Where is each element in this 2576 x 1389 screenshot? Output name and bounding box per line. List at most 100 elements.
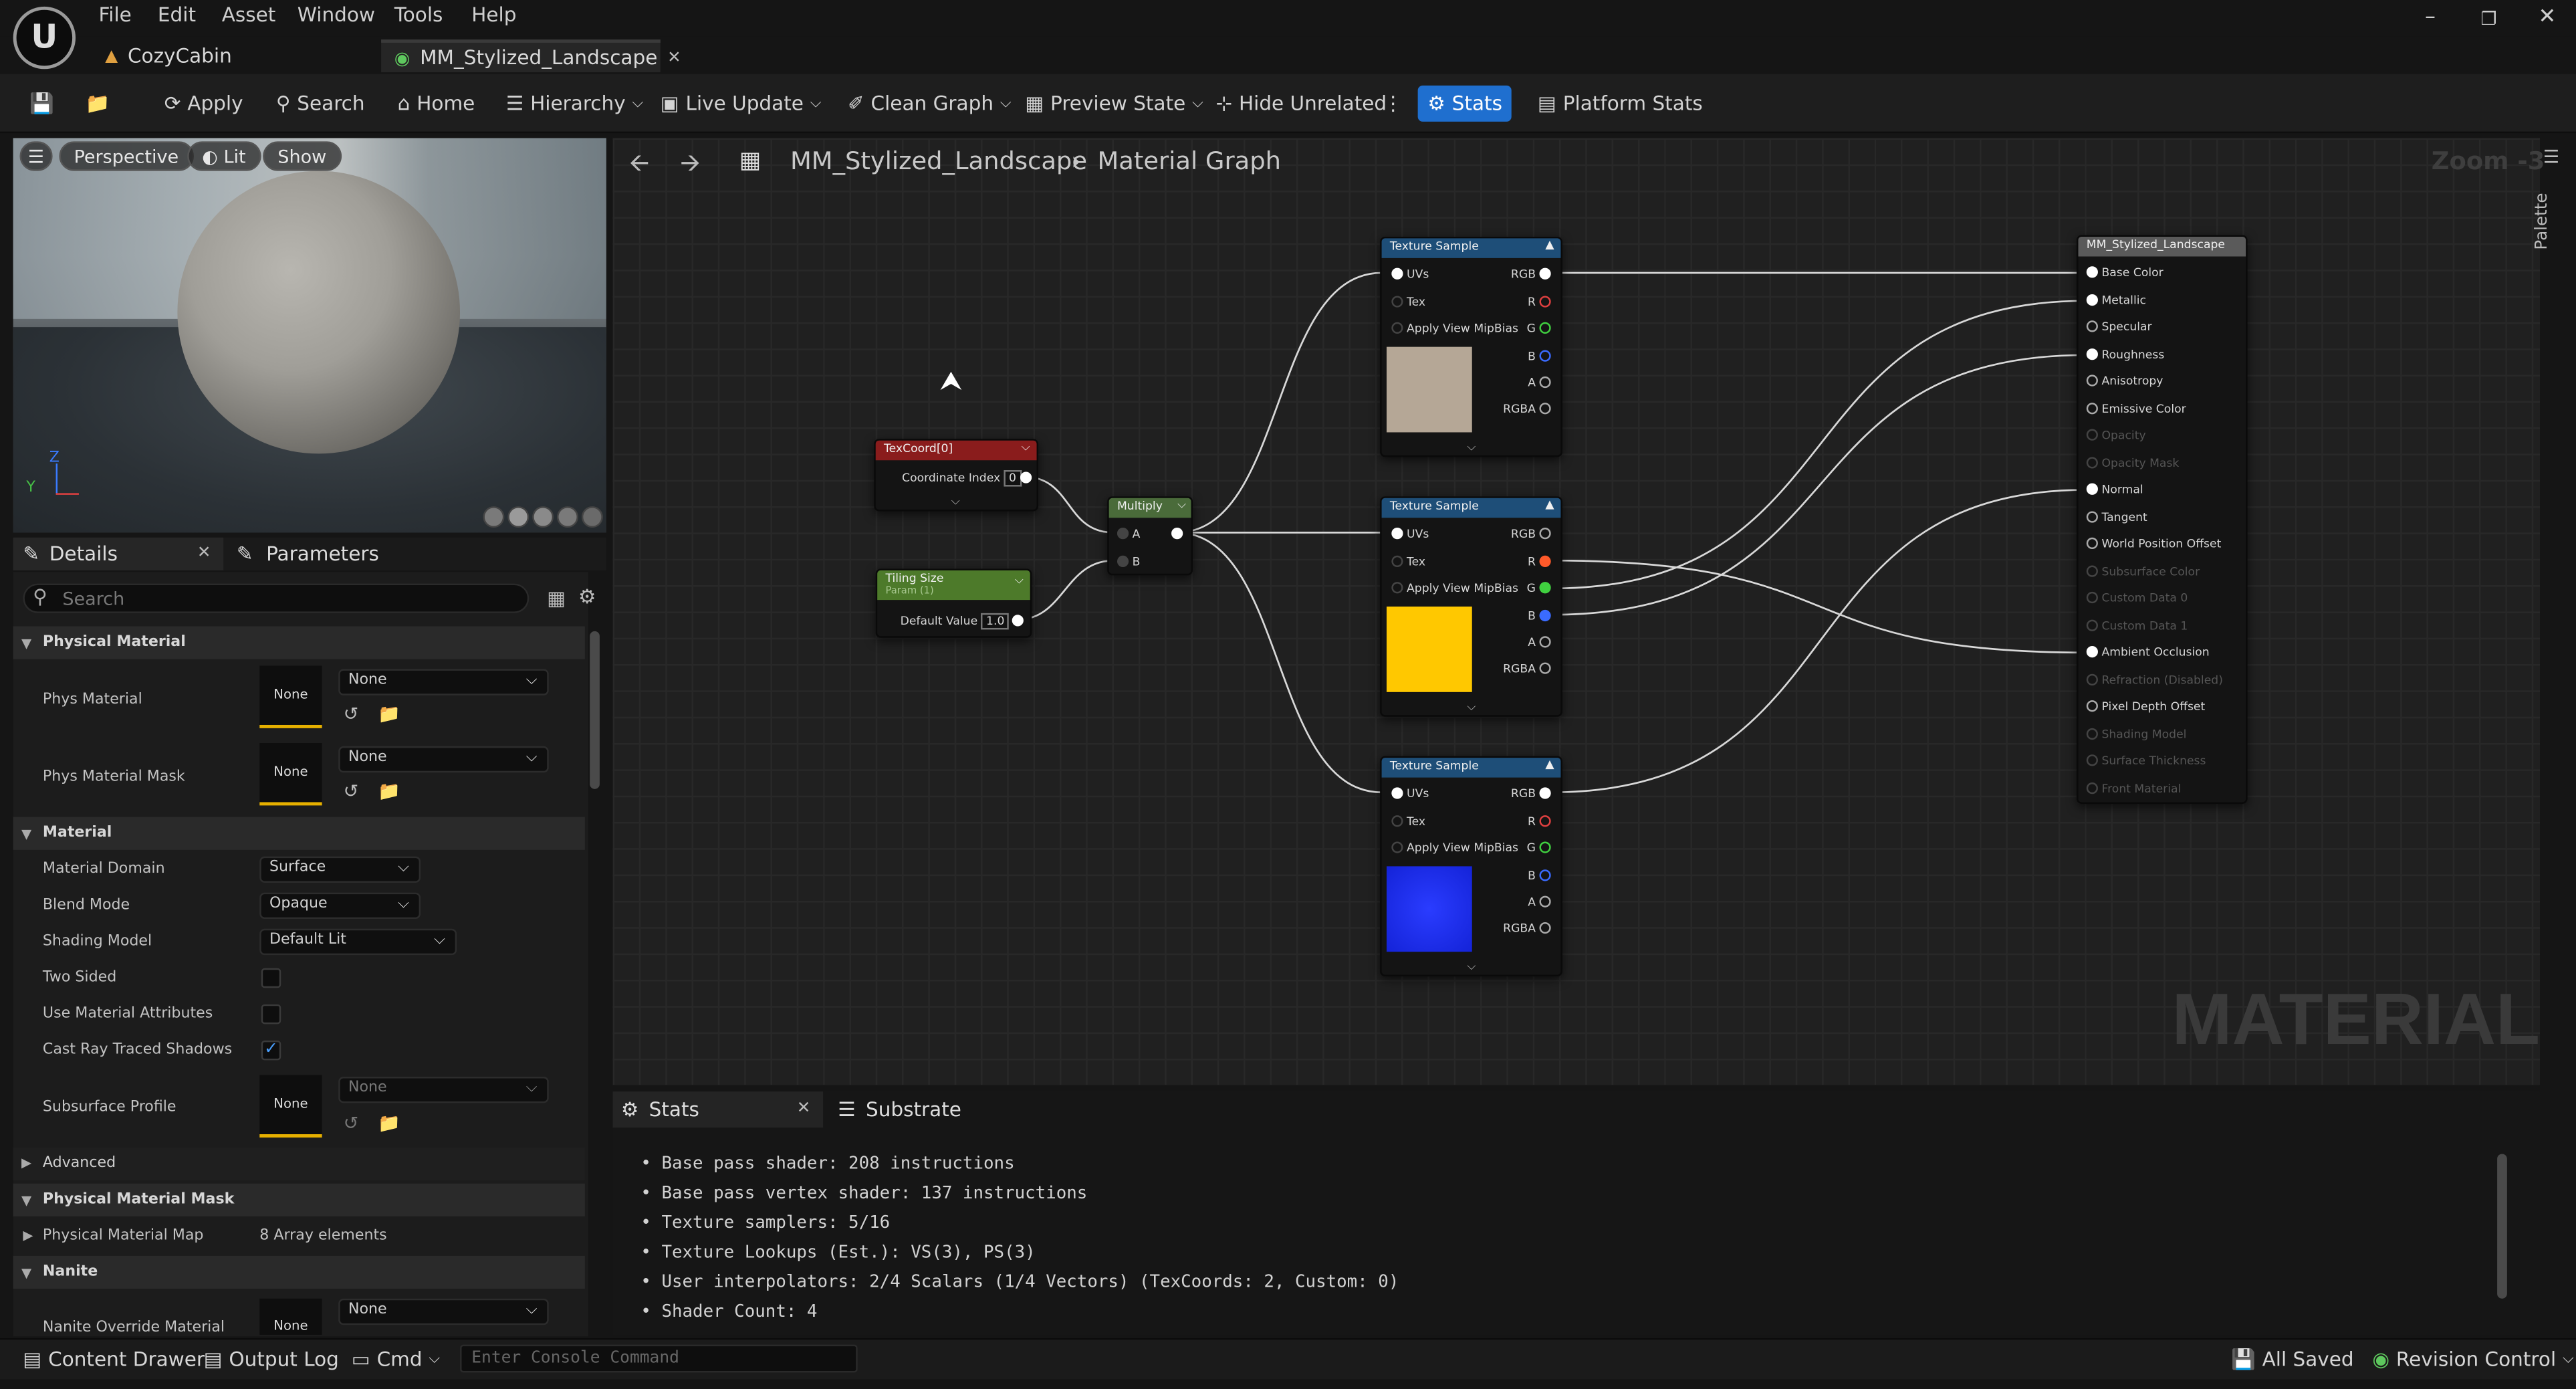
- texture-sample-node-1[interactable]: Texture Sample ▲ UVs Tex Apply View MipBi…: [1380, 236, 1562, 457]
- result-input-pin[interactable]: [2086, 347, 2098, 360]
- tab-details[interactable]: [13, 537, 224, 570]
- result-input-pin[interactable]: [2086, 401, 2098, 414]
- all-saved-button[interactable]: 💾 All Saved: [2231, 1348, 2354, 1371]
- clean-graph-button[interactable]: ✐ Clean Graph ⌵: [848, 90, 1012, 116]
- nanite-override-thumbnail[interactable]: None: [259, 1298, 322, 1335]
- viewport-menu-icon[interactable]: ☰: [19, 141, 53, 171]
- result-input-pin[interactable]: [2086, 700, 2098, 712]
- coordinate-index-field[interactable]: 0: [1004, 469, 1022, 487]
- texcoord-node[interactable]: TexCoord[0] ⌵ Coordinate Index 0 ⌵: [874, 439, 1039, 512]
- back-arrow-icon[interactable]: 🡨: [629, 146, 649, 187]
- stats-scrollbar[interactable]: [2497, 1154, 2507, 1299]
- menu-tools[interactable]: Tools: [394, 3, 443, 26]
- blend-mode-dropdown[interactable]: Opaque ⌵: [259, 892, 421, 920]
- rgb-pin[interactable]: [1539, 787, 1551, 799]
- tab-cozycabin[interactable]: ▲ CozyCabin: [92, 39, 372, 72]
- phys-material-dropdown[interactable]: None ⌵: [338, 669, 549, 696]
- plane-icon[interactable]: [532, 506, 554, 528]
- two-sided-checkbox[interactable]: [261, 968, 281, 988]
- r-pin[interactable]: [1539, 296, 1551, 308]
- texture-sample-node-2[interactable]: Texture Sample ▲ UVs Tex Apply View MipBi…: [1380, 496, 1562, 717]
- chevron-down-icon[interactable]: ⌵: [1022, 441, 1030, 455]
- result-input-pin[interactable]: [2086, 510, 2098, 522]
- close-stats-icon[interactable]: ✕: [797, 1099, 811, 1117]
- lit-button[interactable]: ◐ Lit: [187, 141, 261, 171]
- b-pin[interactable]: [1539, 350, 1551, 362]
- close-details-icon[interactable]: ✕: [197, 544, 211, 562]
- multiply-a-pin[interactable]: [1117, 528, 1129, 540]
- multiply-b-pin[interactable]: [1117, 555, 1129, 568]
- material-domain-dropdown[interactable]: Surface ⌵: [259, 856, 421, 883]
- console-command-input[interactable]: Enter Console Command: [460, 1344, 858, 1373]
- mipbias-pin[interactable]: [1391, 841, 1403, 853]
- rgba-pin[interactable]: [1539, 662, 1551, 674]
- save-icon[interactable]: 💾: [29, 90, 54, 116]
- use-selected-icon[interactable]: ↺: [344, 1113, 359, 1134]
- r-pin[interactable]: [1539, 555, 1551, 568]
- chevron-up-icon[interactable]: ▲: [1545, 238, 1554, 251]
- rgb-pin[interactable]: [1539, 528, 1551, 540]
- rgb-pin[interactable]: [1539, 268, 1551, 280]
- result-input-pin[interactable]: [2086, 320, 2098, 332]
- teapot-icon[interactable]: [581, 506, 603, 528]
- a-pin[interactable]: [1539, 636, 1551, 648]
- chevron-down-icon[interactable]: ⌵: [1015, 574, 1024, 589]
- section-physical-material[interactable]: ▼ Physical Material: [13, 626, 585, 659]
- result-input-pin[interactable]: [2086, 429, 2098, 441]
- texture-sample-node-3[interactable]: Texture Sample ▲ UVs Tex Apply View MipBi…: [1380, 756, 1562, 977]
- result-input-pin[interactable]: [2086, 375, 2098, 387]
- search-button[interactable]: ⚲ Search: [276, 90, 365, 116]
- phys-material-mask-thumbnail[interactable]: None: [259, 743, 322, 806]
- material-result-node[interactable]: MM_Stylized_Landscape Base Color Metalli…: [2077, 235, 2248, 804]
- cylinder-icon[interactable]: [483, 506, 505, 528]
- browse-icon[interactable]: 📁: [86, 90, 110, 116]
- more-options-icon[interactable]: ⋮: [1383, 90, 1403, 116]
- result-input-pin[interactable]: [2086, 727, 2098, 739]
- result-input-pin[interactable]: [2086, 619, 2098, 631]
- use-selected-icon[interactable]: ↺: [344, 781, 359, 803]
- cmd-button[interactable]: ▭ Cmd ⌵: [352, 1348, 440, 1371]
- platform-stats-button[interactable]: ▤ Platform Stats: [1538, 90, 1703, 116]
- result-input-pin[interactable]: [2086, 483, 2098, 495]
- minimize-icon[interactable]: –: [2425, 5, 2436, 29]
- nanite-override-dropdown[interactable]: None ⌵: [338, 1298, 549, 1325]
- result-input-pin[interactable]: [2086, 754, 2098, 766]
- menu-asset[interactable]: Asset: [222, 3, 276, 26]
- revision-control-button[interactable]: ◉ Revision Control ⌵: [2372, 1348, 2573, 1371]
- chevron-down-icon[interactable]: ⌵: [1177, 498, 1186, 513]
- uvs-pin[interactable]: [1391, 528, 1403, 540]
- menu-help[interactable]: Help: [471, 3, 516, 26]
- phys-material-mask-dropdown[interactable]: None ⌵: [338, 746, 549, 773]
- mipbias-pin[interactable]: [1391, 582, 1403, 594]
- subsurface-profile-thumbnail[interactable]: None: [259, 1075, 322, 1138]
- home-button[interactable]: ⌂ Home: [398, 90, 475, 116]
- result-input-pin[interactable]: [2086, 293, 2098, 305]
- use-material-attributes-checkbox[interactable]: [261, 1004, 281, 1025]
- rgba-pin[interactable]: [1539, 922, 1551, 934]
- result-input-pin[interactable]: [2086, 564, 2098, 576]
- rgba-pin[interactable]: [1539, 403, 1551, 415]
- use-selected-icon[interactable]: ↺: [344, 704, 359, 725]
- menu-edit[interactable]: Edit: [158, 3, 196, 26]
- b-pin[interactable]: [1539, 609, 1551, 622]
- r-pin[interactable]: [1539, 815, 1551, 827]
- section-nanite[interactable]: ▼ Nanite: [13, 1255, 585, 1289]
- browse-asset-icon[interactable]: 📁: [378, 1113, 400, 1134]
- phys-material-thumbnail[interactable]: None: [259, 665, 322, 728]
- output-log-button[interactable]: ▤ Output Log: [204, 1348, 339, 1371]
- tab-stats-bottom[interactable]: [612, 1091, 824, 1128]
- shading-model-dropdown[interactable]: Default Lit ⌵: [259, 928, 457, 956]
- a-pin[interactable]: [1539, 895, 1551, 907]
- tex-pin[interactable]: [1391, 296, 1403, 308]
- settings-gear-icon[interactable]: ⚙: [578, 585, 596, 608]
- expand-node-icon[interactable]: ⌵: [1467, 700, 1476, 715]
- result-input-pin[interactable]: [2086, 537, 2098, 549]
- breadcrumb-asset[interactable]: MM_Stylized_Landscape: [790, 146, 1087, 176]
- texcoord-output-pin[interactable]: [1020, 471, 1032, 484]
- details-scrollbar[interactable]: [590, 631, 600, 789]
- cube-icon[interactable]: [557, 506, 578, 528]
- browse-asset-icon[interactable]: 📁: [378, 781, 400, 803]
- g-pin[interactable]: [1539, 841, 1551, 853]
- section-physical-material-mask[interactable]: ▼ Physical Material Mask: [13, 1183, 585, 1216]
- uvs-pin[interactable]: [1391, 787, 1403, 799]
